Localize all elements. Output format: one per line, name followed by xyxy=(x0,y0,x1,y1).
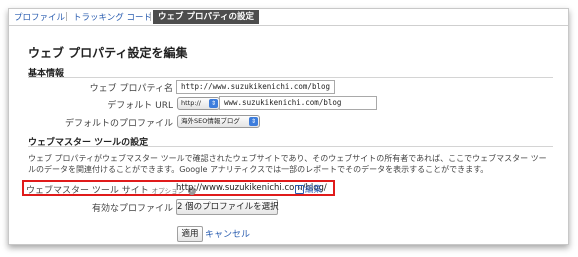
section-divider xyxy=(28,146,553,147)
property-name-label: ウェブ プロパティ名 xyxy=(89,84,173,94)
apply-button[interactable]: 適用 xyxy=(177,226,203,242)
chevron-updown-icon: ⇕ xyxy=(249,117,258,126)
default-profile-value: 海外SEO情報ブログ xyxy=(181,117,240,125)
webmaster-site-label: ウェブマスター ツール サイト オプション ? xyxy=(26,183,196,196)
chevron-updown-icon: ⇕ xyxy=(209,99,218,108)
enabled-profiles-label: 有効なプロファイル xyxy=(91,204,173,214)
page-title: ウェブ プロパティ設定を編集 xyxy=(28,46,188,60)
edit-label: 編集 xyxy=(305,185,323,195)
protocol-value: http:// xyxy=(181,99,201,107)
pencil-icon: ✎ xyxy=(295,185,304,194)
tab-profiles[interactable]: プロファイル xyxy=(14,12,65,24)
default-url-label: デフォルト URL xyxy=(107,101,173,111)
property-name-input[interactable]: http://www.suzukikenichi.com/blog xyxy=(176,80,335,94)
tab-web-property-settings[interactable]: ウェブ プロパティの設定 xyxy=(153,10,259,24)
settings-window: プロファイル | トラッキング コード | ウェブ プロパティの設定 ウェブ プ… xyxy=(8,8,569,245)
tab-separator: | xyxy=(65,12,68,22)
select-profiles-button[interactable]: 2 個のプロファイルを選択 xyxy=(176,199,279,215)
tab-tracking-code[interactable]: トラッキング コード xyxy=(73,12,152,24)
cancel-link[interactable]: キャンセル xyxy=(205,227,250,240)
protocol-select[interactable]: http:// ⇕ xyxy=(177,97,220,110)
default-profile-label: デフォルトのプロファイル xyxy=(64,119,173,129)
webmaster-site-label-text: ウェブマスター ツール サイト xyxy=(26,186,149,196)
tab-separator: | xyxy=(149,12,152,22)
default-profile-select[interactable]: 海外SEO情報ブログ ⇕ xyxy=(177,115,260,128)
default-url-input[interactable]: www.suzukikenichi.com/blog xyxy=(219,96,377,110)
section-divider xyxy=(28,77,553,78)
webmaster-description: ウェブ プロパティがウェブマスター ツールで確認されたウェブサイトであり、そのウ… xyxy=(28,154,547,174)
tab-bar: プロファイル | トラッキング コード | ウェブ プロパティの設定 xyxy=(9,9,568,26)
edit-link[interactable]: ✎ 編集 xyxy=(295,183,322,195)
